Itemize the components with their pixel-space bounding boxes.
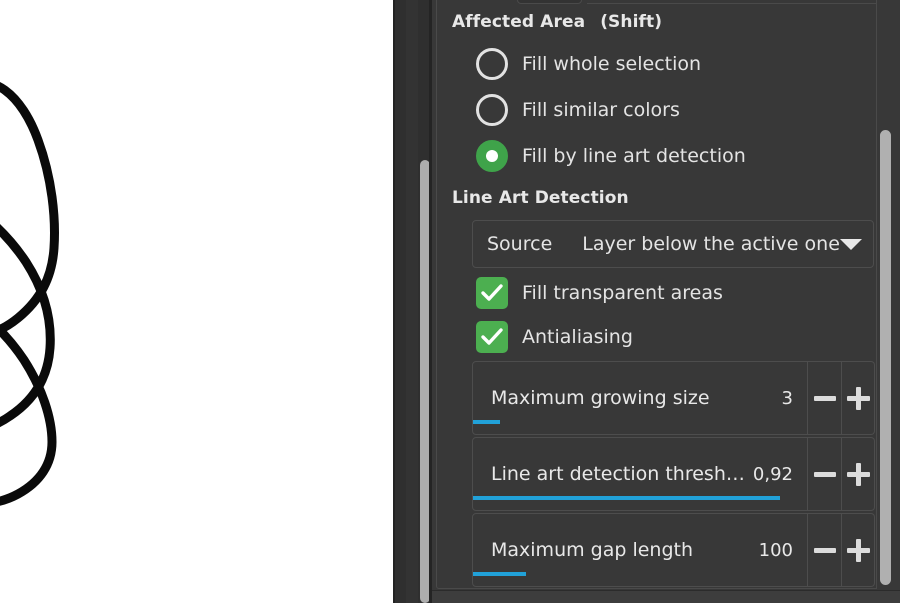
source-label: Source — [487, 233, 553, 255]
decrement-button[interactable] — [808, 361, 842, 435]
radio-icon-unchecked[interactable] — [476, 48, 508, 80]
top-divider — [587, 3, 877, 4]
checkbox-label-antialiasing: Antialiasing — [522, 326, 633, 348]
checkbox-fill-transparent-areas[interactable]: Fill transparent areas — [476, 276, 723, 310]
slider-value: 0,92 — [752, 464, 793, 485]
source-selected-value: Layer below the active one — [582, 233, 840, 255]
increment-button[interactable] — [842, 361, 875, 435]
tool-options-docker: Affected Area (Shift) Fill whole selecti… — [432, 0, 900, 603]
radio-icon-unchecked[interactable] — [476, 94, 508, 126]
checkbox-antialiasing[interactable]: Antialiasing — [476, 320, 633, 354]
radio-fill-whole-selection[interactable]: Fill whole selection — [476, 47, 701, 81]
chevron-down-icon[interactable] — [839, 238, 862, 250]
plus-icon — [846, 538, 870, 562]
slider-fill — [473, 420, 500, 424]
decrement-button[interactable] — [808, 513, 842, 587]
increment-button[interactable] — [842, 513, 875, 587]
checkmark-icon — [481, 284, 503, 301]
slider-track[interactable]: Maximum gap length 100 — [472, 513, 808, 587]
canvas-scrollbar-track[interactable] — [406, 0, 430, 603]
application-window: Affected Area (Shift) Fill whole selecti… — [0, 0, 900, 603]
slider-label: Maximum gap length — [491, 539, 694, 561]
checkbox-icon-checked[interactable] — [476, 321, 508, 353]
radio-label-fill-whole-selection: Fill whole selection — [522, 53, 702, 75]
affected-area-title: Affected Area — [452, 12, 586, 32]
plus-icon — [846, 462, 870, 486]
slider-fill — [473, 496, 781, 500]
radio-label-fill-similar-colors: Fill similar colors — [522, 99, 680, 121]
slider-maximum-gap-length[interactable]: Maximum gap length 100 — [472, 513, 876, 587]
checkmark-icon — [481, 328, 503, 345]
slider-label: Line art detection thresh… — [491, 463, 745, 485]
affected-area-shortcut-hint: (Shift) — [600, 12, 663, 32]
gutter-divider — [393, 0, 395, 603]
docker-scrollbar-thumb[interactable] — [880, 130, 891, 585]
slider-text: Maximum growing size 3 — [473, 387, 807, 409]
radio-label-fill-by-line-art-detection: Fill by line art detection — [522, 145, 746, 167]
line-art-detection-heading: Line Art Detection — [452, 188, 629, 208]
line-art-strokes — [0, 82, 59, 506]
slider-label: Maximum growing size — [491, 387, 710, 409]
slider-fill — [473, 572, 527, 576]
slider-text: Line art detection thresh… 0,92 — [473, 463, 807, 485]
minus-icon — [813, 395, 836, 401]
slider-track[interactable]: Maximum growing size 3 — [472, 361, 808, 435]
partial-widget-above[interactable] — [517, 0, 582, 4]
increment-button[interactable] — [842, 437, 875, 511]
radio-icon-checked[interactable] — [476, 140, 508, 172]
slider-value: 3 — [781, 388, 793, 409]
checkbox-icon-checked[interactable] — [476, 277, 508, 309]
drawing-canvas[interactable] — [0, 0, 393, 603]
slider-text: Maximum gap length 100 — [473, 539, 807, 561]
checkbox-label-fill-transparent-areas: Fill transparent areas — [522, 282, 723, 304]
minus-icon — [813, 471, 836, 477]
slider-line-art-detection-threshold[interactable]: Line art detection thresh… 0,92 — [472, 437, 876, 511]
decrement-button[interactable] — [808, 437, 842, 511]
source-dropdown[interactable]: Source Layer below the active one — [472, 220, 874, 268]
docker-bottom-strip — [432, 590, 900, 603]
radio-fill-by-line-art-detection[interactable]: Fill by line art detection — [476, 139, 746, 173]
slider-value: 100 — [758, 540, 793, 561]
minus-icon — [813, 547, 836, 553]
canvas-gutter — [393, 0, 432, 603]
slider-maximum-growing-size[interactable]: Maximum growing size 3 — [472, 361, 876, 435]
plus-icon — [846, 386, 870, 410]
affected-area-heading: Affected Area (Shift) — [452, 12, 662, 32]
radio-fill-similar-colors[interactable]: Fill similar colors — [476, 93, 680, 127]
slider-track[interactable]: Line art detection thresh… 0,92 — [472, 437, 808, 511]
